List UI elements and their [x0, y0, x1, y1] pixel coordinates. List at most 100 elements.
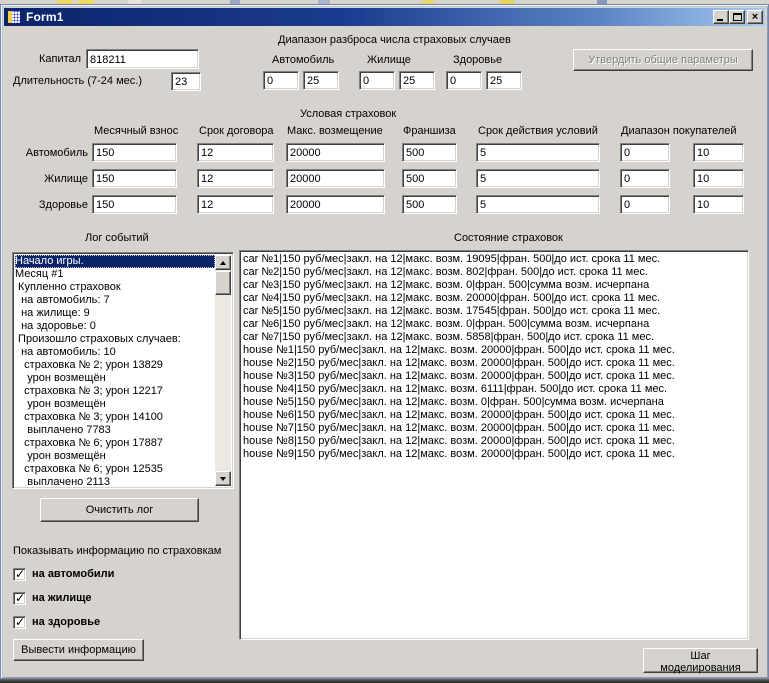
desktop-strip — [0, 679, 769, 683]
log-item[interactable]: урон возмещён — [15, 450, 215, 463]
car-buyers-max-input[interactable] — [693, 143, 744, 162]
capital-label: Капитал — [39, 53, 81, 65]
approve-params-button[interactable]: Утвердить общие параметры — [573, 49, 753, 71]
log-item[interactable]: Произошло страховых случаев: — [15, 333, 215, 346]
car-term-input[interactable] — [197, 143, 274, 162]
spread-car-min-input[interactable] — [263, 71, 299, 90]
status-line: house №6|150 руб/мес|закл. на 12|макс. в… — [243, 409, 746, 422]
checkbox-house-label: на жилище — [32, 592, 92, 604]
log-item[interactable]: урон возмещён — [15, 372, 215, 385]
status-line: house №4|150 руб/мес|закл. на 12|макс. в… — [243, 383, 746, 396]
simulation-step-button[interactable]: Шаг моделирования — [643, 648, 758, 673]
status-line: house №7|150 руб/мес|закл. на 12|макс. в… — [243, 422, 746, 435]
log-item[interactable]: выплачено 7783 — [15, 424, 215, 437]
health-monthly-input[interactable] — [92, 195, 177, 214]
header-validity: Срок действия условий — [478, 125, 598, 137]
spread-col-house-label: Жилище — [367, 54, 411, 66]
log-item[interactable]: страховка № 6; урон 12535 — [15, 463, 215, 476]
form-icon — [7, 10, 21, 24]
car-buyers-min-input[interactable] — [620, 143, 670, 162]
health-validity-input[interactable] — [476, 195, 600, 214]
status-line: car №4|150 руб/мес|закл. на 12|макс. воз… — [243, 292, 746, 305]
log-item[interactable]: на жилище: 9 — [15, 307, 215, 320]
spread-house-max-input[interactable] — [399, 71, 435, 90]
house-maxcomp-input[interactable] — [286, 169, 385, 188]
status-lines: car №1|150 руб/мес|закл. на 12|макс. воз… — [243, 253, 746, 637]
show-info-button[interactable]: Вывести информацию — [13, 639, 144, 661]
house-franchise-input[interactable] — [402, 169, 457, 188]
spread-health-max-input[interactable] — [486, 71, 522, 90]
log-item[interactable]: Купленно страховок — [15, 281, 215, 294]
header-franchise: Франшиза — [403, 125, 456, 137]
log-item[interactable]: урон возмещён — [15, 398, 215, 411]
house-term-input[interactable] — [197, 169, 274, 188]
log-item[interactable]: страховка № 6; урон 17887 — [15, 437, 215, 450]
checkbox-cars-label: на автомобили — [32, 568, 114, 580]
status-line: house №3|150 руб/мес|закл. на 12|макс. в… — [243, 370, 746, 383]
log-item[interactable]: Начало игры. — [15, 255, 215, 268]
log-item[interactable]: страховка № 3; урон 14100 — [15, 411, 215, 424]
checkbox-cars[interactable] — [13, 568, 26, 581]
status-line: car №7|150 руб/мес|закл. на 12|макс. воз… — [243, 331, 746, 344]
health-buyers-max-input[interactable] — [693, 195, 744, 214]
log-listbox[interactable]: Начало игры. Месяц #1 Купленно страховок… — [12, 252, 234, 489]
house-monthly-input[interactable] — [92, 169, 177, 188]
status-line: house №9|150 руб/мес|закл. на 12|макс. в… — [243, 448, 746, 461]
log-item[interactable]: страховка № 3; урон 12217 — [15, 385, 215, 398]
clear-log-button[interactable]: Очистить лог — [40, 498, 199, 522]
checkbox-health[interactable] — [13, 616, 26, 629]
duration-input[interactable] — [171, 72, 201, 91]
row-label-car: Автомобиль — [9, 147, 88, 159]
health-term-input[interactable] — [197, 195, 274, 214]
scroll-down-icon[interactable] — [215, 471, 231, 486]
spread-col-car-label: Автомобиль — [272, 54, 334, 66]
log-item[interactable]: на автомобиль: 7 — [15, 294, 215, 307]
spread-col-health-label: Здоровье — [453, 54, 502, 66]
house-buyers-min-input[interactable] — [620, 169, 670, 188]
log-item[interactable]: на здоровье: 0 — [15, 320, 215, 333]
health-maxcomp-input[interactable] — [286, 195, 385, 214]
close-icon[interactable]: × — [747, 10, 763, 24]
header-contract-term: Срок договора — [199, 125, 274, 137]
scroll-up-icon[interactable] — [215, 255, 231, 270]
log-item[interactable]: Месяц #1 — [15, 268, 215, 281]
scrollbar-thumb[interactable] — [215, 271, 231, 295]
health-franchise-input[interactable] — [402, 195, 457, 214]
filters-title: Показывать информацию по страховкам — [13, 545, 221, 557]
log-title: Лог событий — [85, 232, 149, 244]
status-line: house №1|150 руб/мес|закл. на 12|макс. в… — [243, 344, 746, 357]
duration-label: Длительность (7-24 мес.) — [13, 75, 142, 87]
log-scrollbar[interactable] — [215, 255, 231, 486]
car-maxcomp-input[interactable] — [286, 143, 385, 162]
car-validity-input[interactable] — [476, 143, 600, 162]
health-buyers-min-input[interactable] — [620, 195, 670, 214]
car-franchise-input[interactable] — [402, 143, 457, 162]
checkbox-house[interactable] — [13, 592, 26, 605]
checkbox-health-label: на здоровье — [32, 616, 100, 628]
conditions-title: Условая страховок — [300, 108, 396, 120]
minimize-icon[interactable] — [713, 10, 729, 24]
spread-group-title: Диапазон разброса числа страховых случае… — [278, 34, 511, 46]
house-validity-input[interactable] — [476, 169, 600, 188]
spread-car-max-input[interactable] — [303, 71, 339, 90]
row-label-health: Здоровье — [9, 199, 88, 211]
car-monthly-input[interactable] — [92, 143, 177, 162]
form-window: Form1 × Капитал Длительность (7-24 мес.)… — [0, 4, 769, 679]
row-label-house: Жилище — [9, 173, 88, 185]
header-max-compensation: Макс. возмещение — [287, 125, 383, 137]
titlebar[interactable]: Form1 × — [4, 8, 765, 26]
spread-house-min-input[interactable] — [359, 71, 395, 90]
log-item[interactable]: выплачено 2113 — [15, 476, 215, 486]
spread-health-min-input[interactable] — [446, 71, 482, 90]
status-line: house №2|150 руб/мес|закл. на 12|макс. в… — [243, 357, 746, 370]
window-title: Form1 — [26, 10, 64, 24]
log-item[interactable]: страховка № 2; урон 13829 — [15, 359, 215, 372]
capital-input[interactable] — [86, 49, 199, 69]
status-line: house №5|150 руб/мес|закл. на 12|макс. в… — [243, 396, 746, 409]
status-line: car №1|150 руб/мес|закл. на 12|макс. воз… — [243, 253, 746, 266]
log-item[interactable]: на автомобиль: 10 — [15, 346, 215, 359]
maximize-icon[interactable] — [729, 10, 745, 24]
house-buyers-max-input[interactable] — [693, 169, 744, 188]
status-memo[interactable]: car №1|150 руб/мес|закл. на 12|макс. воз… — [239, 250, 749, 640]
status-title: Состояние страховок — [454, 232, 563, 244]
